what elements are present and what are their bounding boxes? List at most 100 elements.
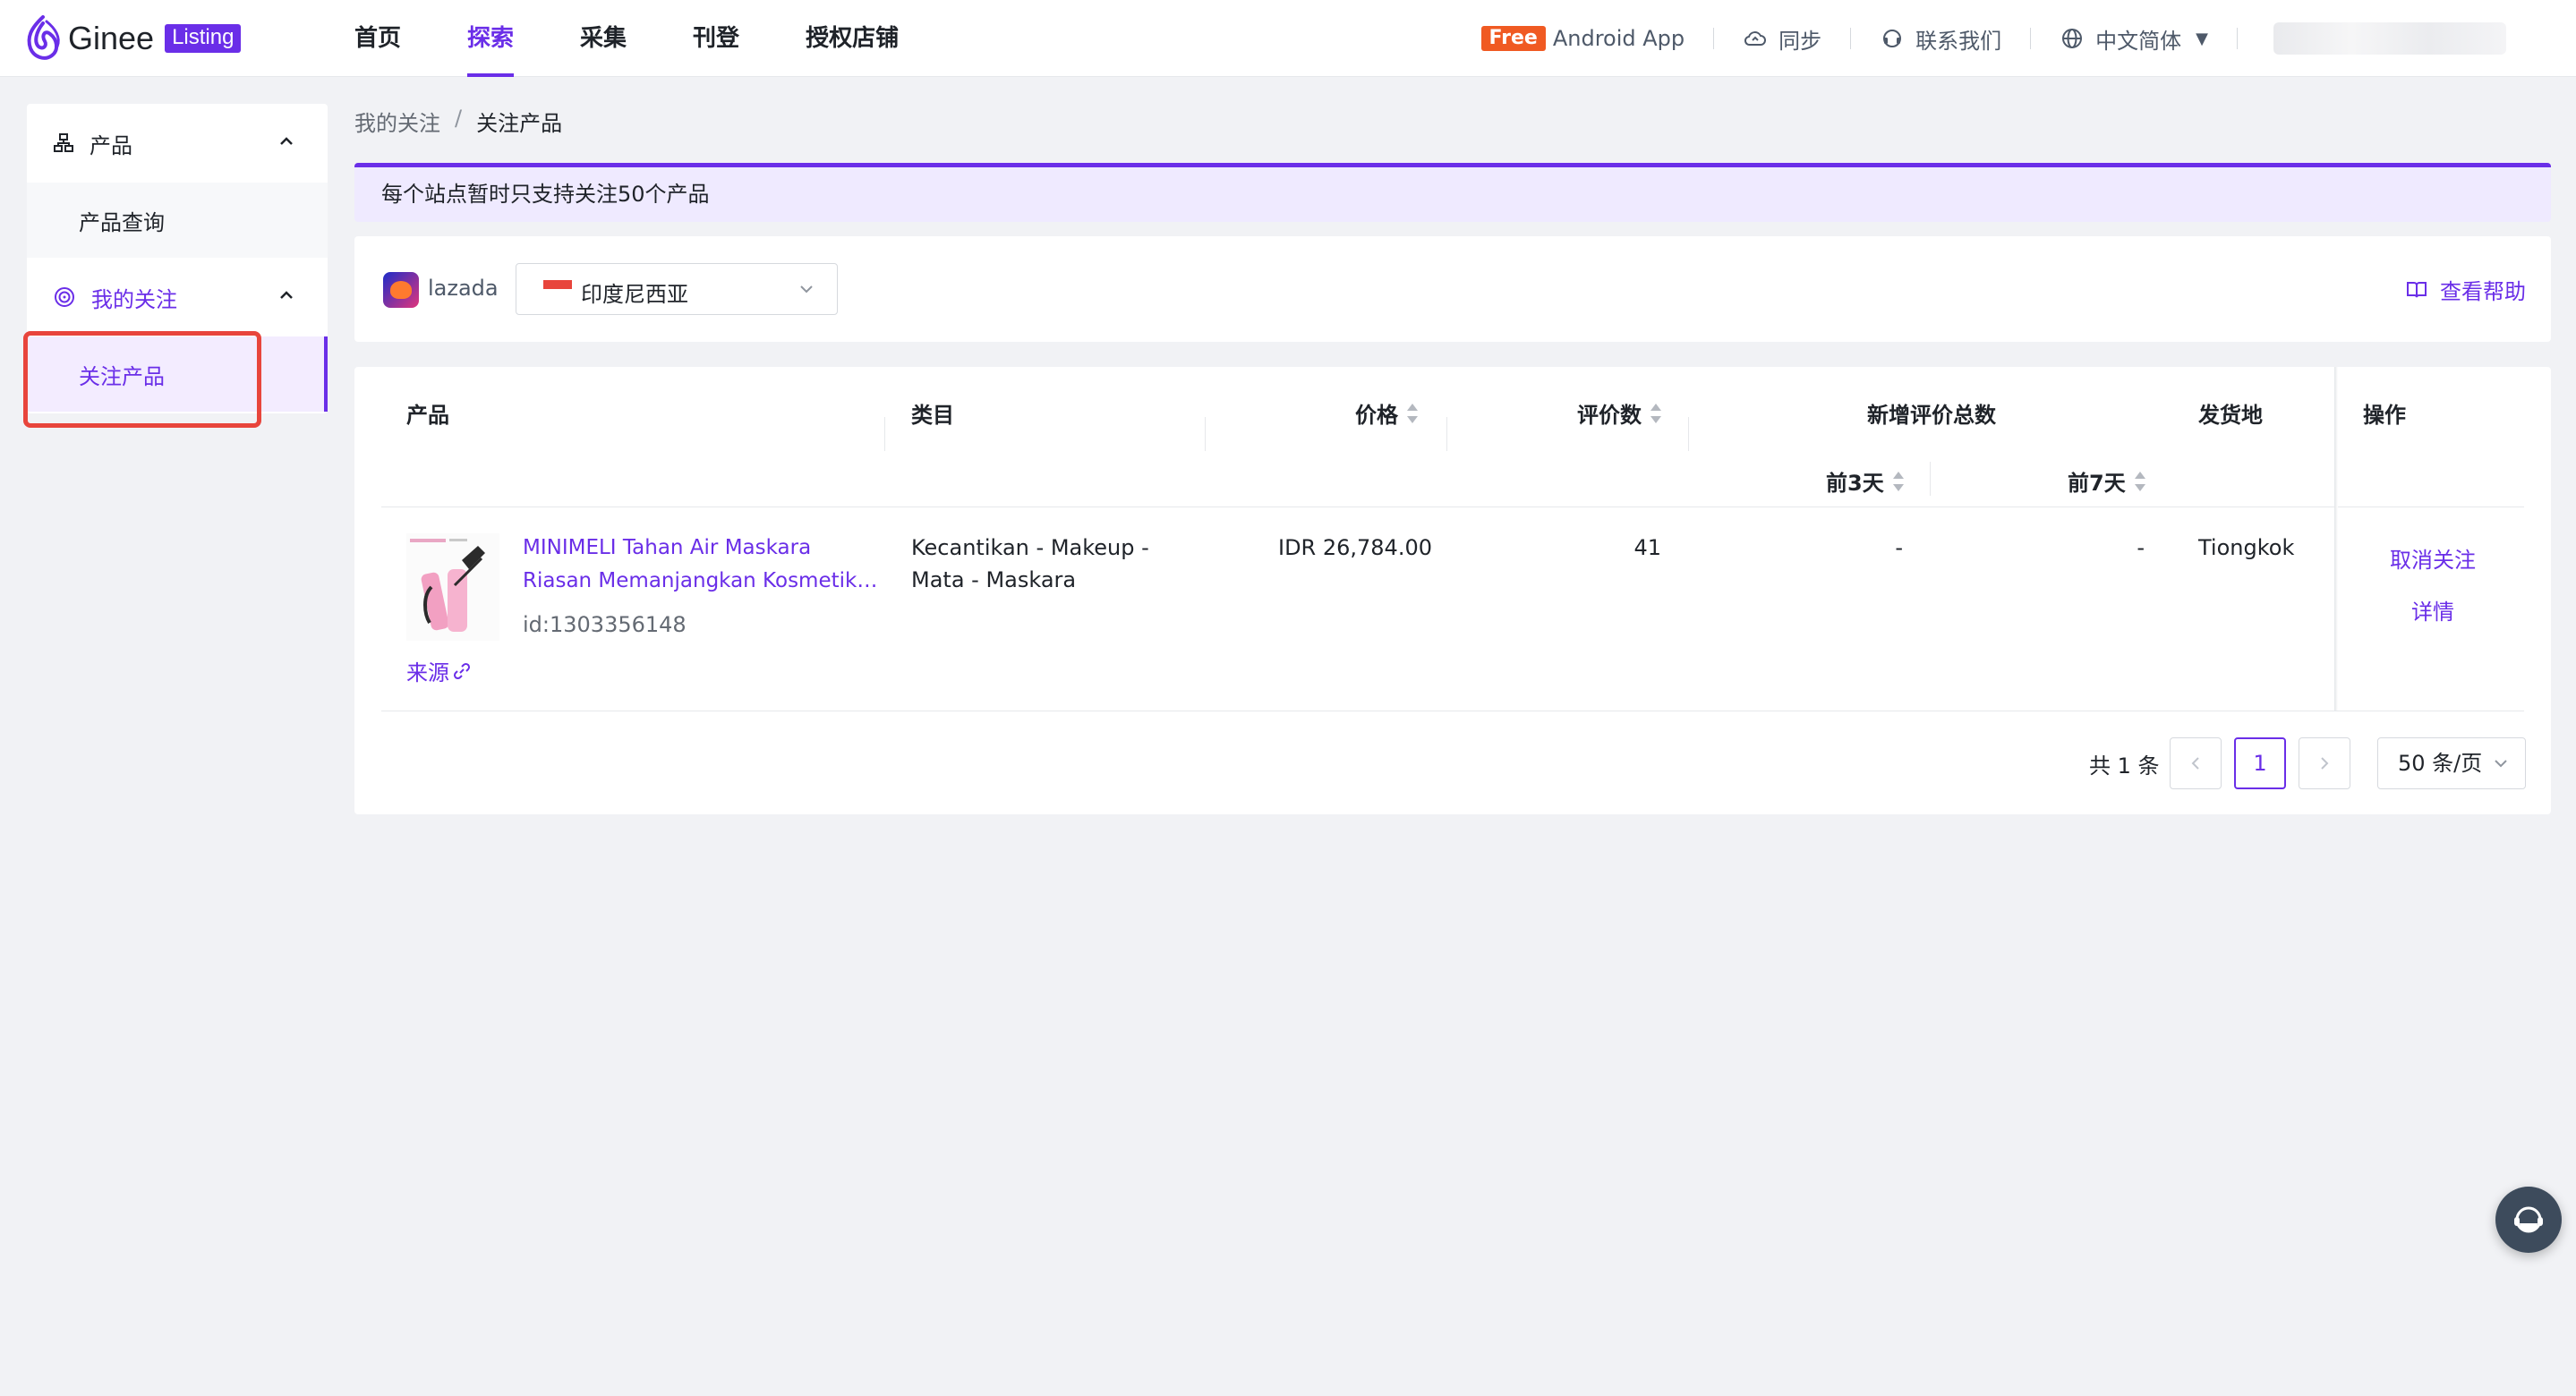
product-title-link[interactable]: MINIMELI Tahan Air Maskara Riasan Memanj…	[523, 532, 881, 598]
product-category: Kecantikan - Makeup - Mata - Maskara	[911, 532, 1149, 596]
chevron-down-icon	[800, 285, 813, 294]
chevron-right-icon	[2321, 757, 2329, 770]
sort-icon[interactable]	[1407, 403, 1418, 423]
link-icon	[453, 662, 471, 679]
category-line: Mata - Maskara	[911, 567, 1077, 592]
column-divider	[1930, 462, 1931, 496]
user-account[interactable]	[2273, 22, 2506, 55]
sidebar-group-product[interactable]: 产品	[27, 104, 328, 183]
language-select[interactable]: 中文简体	[2095, 23, 2181, 55]
product-last3: -	[1895, 535, 1903, 560]
col-header-category: 类目	[911, 403, 954, 428]
header-divider	[2237, 28, 2238, 49]
target-icon	[55, 287, 74, 307]
product-ship-from: Tiongkok	[2198, 535, 2295, 560]
free-badge: Free	[1480, 26, 1546, 51]
page-size-select[interactable]: 50 条/页	[2377, 737, 2526, 789]
sidebar-item-followed-products[interactable]: 关注产品	[27, 336, 328, 412]
page-button-1[interactable]: 1	[2234, 737, 2286, 789]
col-header-ship-from: 发货地	[2198, 403, 2263, 428]
sidebar: 产品 产品查询 我的关注 关注产品	[27, 104, 328, 413]
contact-us-link[interactable]: 联系我们	[1915, 23, 2001, 55]
product-reviews: 41	[1633, 535, 1661, 560]
col-header-new-reviews: 新增评价总数	[1867, 403, 1996, 428]
product-title-line: Riasan Memanjangkan Kosmetik Bulu Mata	[523, 569, 881, 592]
sidebar-group-label: 我的关注	[91, 286, 177, 312]
next-page-button[interactable]	[2299, 737, 2350, 789]
chevron-left-icon	[2191, 757, 2199, 770]
chevron-up-icon[interactable]	[276, 285, 297, 306]
listing-badge: Listing	[165, 24, 242, 53]
header-divider	[1850, 28, 1852, 49]
header-actions: Free Android App 同步 联系我们 中文简体 ▼	[1480, 0, 2506, 77]
followed-products-table: 产品 类目 价格 评价数 新增评价总数 前3天 前7天 发货地 操作 MINIM…	[354, 367, 2551, 814]
view-help-link[interactable]: 查看帮助	[2406, 274, 2526, 305]
prev-page-button[interactable]	[2170, 737, 2222, 789]
mascara-product-icon	[410, 539, 485, 632]
main-nav: 首页 探索 采集 刊登 授权店铺	[354, 0, 965, 77]
top-header: Ginee Listing 首页 探索 采集 刊登 授权店铺 Free Andr…	[0, 0, 2576, 77]
ginee-logo-icon	[27, 15, 60, 60]
sort-icon[interactable]	[1892, 471, 1904, 491]
column-divider	[884, 417, 885, 451]
nav-authorized-stores[interactable]: 授权店铺	[806, 0, 899, 77]
col-header-last-3-days[interactable]: 前3天	[1826, 465, 1904, 497]
product-image[interactable]	[406, 533, 499, 641]
column-divider	[1688, 417, 1689, 451]
country-value: 印度尼西亚	[581, 282, 688, 307]
android-app-link[interactable]: Android App	[1553, 26, 1685, 51]
breadcrumb-separator: /	[455, 106, 463, 131]
customer-service-button[interactable]	[2495, 1187, 2562, 1253]
sidebar-group-my-follows[interactable]: 我的关注	[27, 258, 328, 336]
platform-name: lazada	[428, 276, 499, 301]
col-header-product: 产品	[406, 403, 449, 428]
last3-header-label: 前3天	[1826, 471, 1884, 496]
fixed-column-shadow	[2334, 367, 2338, 711]
indonesia-flag-icon	[543, 280, 572, 298]
sidebar-item-product-search[interactable]: 产品查询	[27, 183, 328, 258]
col-header-actions: 操作	[2363, 403, 2406, 428]
details-button[interactable]: 详情	[2411, 594, 2454, 626]
lazada-icon	[383, 272, 419, 308]
chevron-up-icon[interactable]	[276, 131, 297, 152]
nav-home[interactable]: 首页	[354, 0, 401, 77]
product-title-line: MINIMELI Tahan Air Maskara	[523, 536, 812, 559]
nav-explore[interactable]: 探索	[467, 0, 515, 77]
ginee-logo[interactable]: Ginee Listing	[23, 14, 242, 63]
unfollow-button[interactable]: 取消关注	[2390, 542, 2476, 574]
page-size-value: 50 条/页	[2398, 751, 2483, 776]
globe-icon	[2062, 29, 2083, 48]
breadcrumb-current: 关注产品	[476, 111, 563, 136]
col-header-reviews[interactable]: 评价数	[1577, 397, 1661, 429]
notice-banner: 每个站点暂时只支持关注50个产品	[354, 163, 2551, 222]
source-link[interactable]: 来源	[406, 655, 471, 686]
sort-icon[interactable]	[2134, 471, 2145, 491]
nav-collect[interactable]: 采集	[580, 0, 627, 77]
chevron-down-icon	[2495, 760, 2507, 768]
cloud-sync-icon	[1744, 31, 1767, 46]
price-value: IDR 26,784.00	[1277, 535, 1432, 560]
headset-icon	[1883, 30, 1902, 47]
col-header-last-7-days[interactable]: 前7天	[2068, 465, 2145, 497]
last7-header-label: 前7天	[2068, 471, 2126, 496]
book-icon	[2407, 281, 2427, 297]
breadcrumb-parent[interactable]: 我的关注	[354, 106, 440, 137]
price-header-label: 价格	[1355, 403, 1398, 428]
caret-down-icon[interactable]: ▼	[2196, 30, 2208, 48]
category-line: Kecantikan - Makeup -	[911, 535, 1149, 560]
breadcrumb: 我的关注 / 关注产品	[354, 106, 562, 137]
product-last7: -	[2137, 535, 2145, 560]
table-header-divider	[381, 506, 2524, 507]
sync-button[interactable]: 同步	[1778, 23, 1821, 55]
col-header-price[interactable]: 价格	[1355, 397, 1418, 429]
product-tree-icon	[54, 133, 73, 152]
country-select[interactable]: 印度尼西亚	[516, 263, 838, 315]
column-divider	[1446, 417, 1447, 451]
brand-name: Ginee	[68, 20, 155, 56]
header-divider	[1713, 28, 1715, 49]
sort-icon[interactable]	[1651, 403, 1661, 423]
nav-publish[interactable]: 刊登	[693, 0, 739, 77]
column-divider	[1205, 417, 1206, 451]
chat-headset-icon	[2514, 1206, 2543, 1233]
filter-card: lazada 印度尼西亚 查看帮助	[354, 236, 2551, 342]
